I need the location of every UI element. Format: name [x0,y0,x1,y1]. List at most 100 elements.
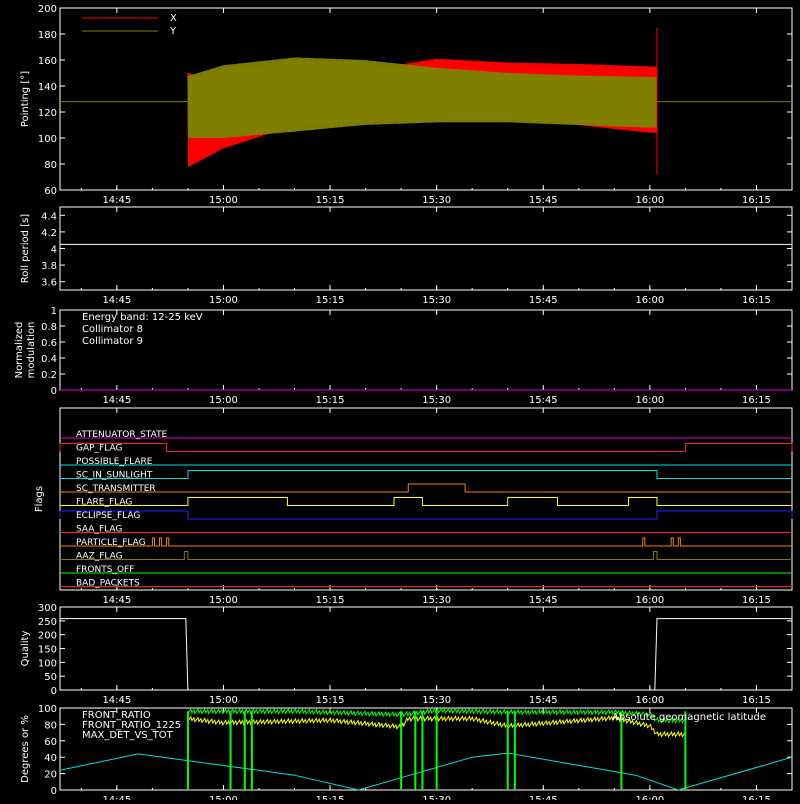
modulation-xtick-label: 15:00 [209,395,238,406]
quality-xtick-label: 16:15 [742,695,771,706]
pointing-ytick-label: 140 [38,82,57,93]
flags-xtick-label: 16:00 [635,595,664,606]
modulation-annotation: Collimator 8 [82,324,143,335]
modulation-ytick-label: 1 [51,306,57,317]
pointing-xtick-label: 16:15 [742,195,771,206]
degrees-xtick-label: 15:00 [209,795,238,800]
quality-xtick-label: 15:45 [529,695,558,706]
quality-ytick-label: 300 [38,603,57,614]
flag-trace [59,443,793,452]
pointing-xtick-label: 14:45 [102,195,131,206]
roll-ytick-label: 4.2 [41,228,57,239]
modulation-xtick-label: 16:15 [742,395,771,406]
quality-panel: 14:45 15:00 15:15 15:30 15:45 16:00 16:15 0 50 10… [20,603,793,706]
quality-ytick-label: 150 [38,645,57,656]
pointing-ytick-label: 80 [44,160,57,171]
flags-xtick-label: 14:45 [102,595,131,606]
degrees-xtick-label: 16:00 [635,795,664,800]
roll-ytick-label: 3.6 [41,278,57,289]
roll-ytick-label: 4 [51,245,57,256]
quality-ytick-label: 100 [38,658,57,669]
pointing-xtick-label: 15:00 [209,195,238,206]
modulation-xtick-label: 15:30 [422,395,451,406]
quality-xtick-label: 15:15 [316,695,345,706]
roll-xtick-label: 15:15 [316,295,345,306]
modulation-ytick-label: 0.6 [41,338,57,349]
quality-ytick-label: 200 [38,631,57,642]
pointing-ytick-label: 60 [44,186,57,197]
modulation-ytick-label: 0.8 [41,322,57,333]
flag-trace [60,483,792,493]
roll-xtick-label: 15:00 [209,295,238,306]
degrees-xtick-label: 14:45 [102,795,131,800]
flag-trace [60,551,792,560]
degrees-xtick-label: 15:15 [316,795,345,800]
pointing-panel: 14:45 15:00 15:15 15:30 15:45 16:00 16:15 60 80 1… [20,4,793,206]
modulation-panel: 14:45 15:00 15:15 15:30 15:45 16:00 16:15 0 0.2 0… [14,306,793,406]
degrees-xtick-label: 15:30 [422,795,451,800]
quality-ytick-label: 0 [51,686,57,697]
roll-xtick-label: 16:00 [635,295,664,306]
degrees-ytick-label: 20 [44,770,57,781]
pointing-ytick-label: 120 [38,108,57,119]
modulation-ytick-label: 0.2 [41,370,57,381]
quality-ylabel: Quality [20,631,31,667]
modulation-annotation: Collimator 9 [82,336,143,347]
pointing-xtick-label: 16:00 [635,195,664,206]
flag-trace [60,470,792,479]
modulation-ytick-label: 0.4 [41,354,57,365]
quality-xtick-label: 15:00 [209,695,238,706]
flags-ylabel: Flags [34,486,45,512]
roll-frame [59,206,793,291]
pointing-ytick-label: 200 [38,4,57,15]
pointing-ytick-label: 160 [38,56,57,67]
chart-figure: 14:45 15:00 15:15 15:30 15:45 16:00 16:15 60 80 1… [14,4,793,804]
modulation-ylabel: modulation [26,322,37,379]
pointing-ylabel: Pointing [°] [20,71,31,127]
modulation-ytick-label: 0 [51,386,57,397]
roll-xtick-label: 15:30 [422,295,451,306]
roll-ytick-label: 4.4 [41,211,57,222]
degrees-panel: 14:45 15:00 15:15 15:30 15:45 16:00 16:15 0 20 40… [20,704,793,804]
modulation-xtick-label: 15:45 [529,395,558,406]
quality-frame [59,606,793,691]
modulation-ylabel: Normalized [14,322,25,379]
flags-xtick-label: 16:15 [742,595,771,606]
flag-trace [59,510,793,520]
roll-ytick-label: 3.8 [41,261,57,272]
flags-frame [59,407,793,591]
quality-ytick-label: 250 [38,617,57,628]
roll-panel: 14:45 15:00 15:15 15:30 15:45 16:00 16:15 3.6 3.… [20,206,793,306]
quality-ytick-label: 50 [44,672,57,683]
modulation-xtick-label: 15:15 [316,395,345,406]
degrees-series [59,752,793,791]
degrees-ytick-label: 60 [44,737,57,748]
flag-trace [60,537,792,547]
pointing-ytick-label: 100 [38,134,57,145]
degrees-legend-label: Absolute geomagnetic latitude [612,712,766,723]
degrees-ytick-label: 40 [44,753,57,764]
flags-xtick-label: 15:15 [316,595,345,606]
degrees-ylabel: Degrees or % [20,715,31,783]
pointing-legend-label: X [170,13,177,24]
quality-xtick-label: 15:30 [422,695,451,706]
degrees-ytick-label: 100 [38,704,57,715]
modulation-xtick-label: 14:45 [102,395,131,406]
flags-xtick-label: 15:45 [529,595,558,606]
pointing-xtick-label: 15:30 [422,195,451,206]
degrees-xtick-label: 16:15 [742,795,771,800]
quality-xtick-label: 16:00 [635,695,664,706]
roll-ylabel: Roll period [s] [20,214,31,283]
flag-label: GAP_FLAG [76,444,122,454]
degrees-ytick-label: 80 [44,720,57,731]
pointing-xtick-label: 15:45 [529,195,558,206]
quality-xtick-label: 14:45 [102,695,131,706]
degrees-legend-label: MAX_DET_VS_TOT [82,730,174,741]
roll-xtick-label: 15:45 [529,295,558,306]
quality-line [60,618,792,691]
flags-panel: 14:45 15:00 15:15 15:30 15:45 16:00 16:15 Flags… [34,407,793,606]
pointing-xtick-label: 15:15 [316,195,345,206]
pointing-legend-label: Y [169,26,177,37]
roll-xtick-label: 16:15 [742,295,771,306]
degrees-xtick-label: 15:45 [529,795,558,800]
